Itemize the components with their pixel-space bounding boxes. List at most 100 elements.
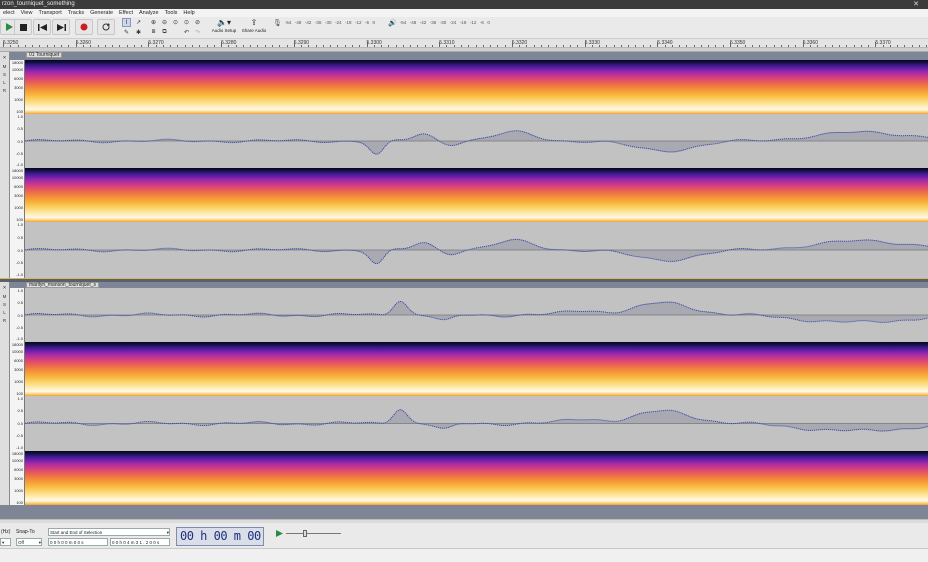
ruler-tick xyxy=(39,45,41,47)
track-2-solo-icon[interactable]: S xyxy=(0,302,9,307)
fit-selection-button[interactable]: ⊙ xyxy=(171,18,180,27)
ruler-tick xyxy=(562,45,564,47)
timeline-ruler[interactable]: 5.3250 5.3260 5.3270 5.3280 5.3290 5.3300 5.33… xyxy=(0,39,928,48)
ruler-tick xyxy=(911,45,913,47)
menu-analyze[interactable]: Analyze xyxy=(136,10,162,16)
selection-tool[interactable]: I xyxy=(122,18,131,27)
spectrogram-view[interactable] xyxy=(25,342,928,396)
ruler-tick xyxy=(337,45,339,47)
menu-generate[interactable]: Generate xyxy=(87,10,116,16)
ruler-tick xyxy=(126,45,128,47)
zoom-toggle-button[interactable]: ⊘ xyxy=(193,18,202,27)
fit-project-button[interactable]: ⊙ xyxy=(182,18,191,27)
menu-bar: elect View Transport Tracks Generate Eff… xyxy=(0,9,928,17)
ruler-tick xyxy=(708,45,710,47)
draw-tool[interactable]: ✎ xyxy=(122,28,131,37)
selection-toolbar: (Hz) ▾ Snap-To Off ▾ Start and End of Sel… xyxy=(0,523,928,548)
skip-to-start-button[interactable] xyxy=(33,19,51,35)
track-2-control-panel[interactable]: ✕ M S L R xyxy=(0,282,10,505)
redo-button[interactable]: ↷ xyxy=(193,28,202,37)
amp-label: 1.0 xyxy=(17,222,23,227)
ruler-tick xyxy=(773,45,775,47)
waveform-view[interactable] xyxy=(25,396,928,451)
selection-end-field[interactable]: 0 0 h 0 4 m 3 1 . 2 0 0 s xyxy=(110,538,170,546)
tracks-area: ✕ M S L R 01 Tourniquet 18000 10000 6000 300… xyxy=(0,52,928,519)
menu-select[interactable]: elect xyxy=(0,10,18,16)
track-1-solo-icon[interactable]: S xyxy=(0,72,9,77)
multi-tool[interactable]: ✱ xyxy=(134,28,143,37)
spectrogram-view[interactable] xyxy=(25,168,928,222)
menu-tracks[interactable]: Tracks xyxy=(65,10,87,16)
track-separator[interactable] xyxy=(0,279,928,282)
track-2-mute-icon[interactable]: M xyxy=(0,294,9,299)
skip-to-end-button[interactable] xyxy=(52,19,70,35)
envelope-tool[interactable]: ↗ xyxy=(134,18,143,27)
waveform-scale: 1.0 0.5 0.0 -0.5 -1.0 xyxy=(10,114,25,168)
amp-label: -1.0 xyxy=(16,162,23,167)
ruler-tick xyxy=(206,45,208,47)
track-1-control-panel[interactable]: ✕ M S L R xyxy=(0,52,10,280)
audio-position-display[interactable]: 00 h 00 m 00 s xyxy=(176,527,264,560)
menu-tools[interactable]: Tools xyxy=(162,10,181,16)
trim-button[interactable]: ⧈ xyxy=(149,28,158,37)
track-2-menu-icon[interactable]: ✕ xyxy=(0,285,9,291)
selection-start-field[interactable]: 0 0 h 0 0 m 0 0 s xyxy=(48,538,108,546)
selection-mode-dropdown[interactable]: Start and End of Selection ▾ xyxy=(48,528,170,536)
menu-help[interactable]: Help xyxy=(180,10,197,16)
track-1-mute-icon[interactable]: M xyxy=(0,64,9,69)
meter-tick: 0 xyxy=(372,20,376,25)
track-1-name[interactable]: 01 Tourniquet xyxy=(26,52,63,58)
spectrogram-view[interactable] xyxy=(25,60,928,114)
freq-label: 1000 xyxy=(14,379,23,384)
waveform-plot xyxy=(25,409,928,432)
amp-label: -1.0 xyxy=(16,336,23,341)
waveform-line xyxy=(25,301,928,323)
ruler-tick xyxy=(250,45,252,47)
ruler-tick xyxy=(570,45,572,47)
loop-button[interactable] xyxy=(97,19,115,35)
ruler-tick xyxy=(17,45,19,47)
ruler-tick xyxy=(577,45,579,47)
zoom-in-button[interactable]: ⊕ xyxy=(149,18,158,27)
audio-setup-button[interactable]: 🔈▾ Audio Setup xyxy=(210,18,238,38)
ruler-tick xyxy=(257,45,259,47)
waveform-view[interactable] xyxy=(25,114,928,168)
ruler-tick xyxy=(846,45,848,47)
snap-to-dropdown[interactable]: Off ▾ xyxy=(16,538,42,546)
ruler-tick xyxy=(737,45,739,47)
stop-button[interactable] xyxy=(14,19,32,35)
silence-button[interactable]: ⧉ xyxy=(160,28,169,37)
meter-tick: 0 xyxy=(487,20,490,25)
track-1-menu-icon[interactable]: ✕ xyxy=(0,55,9,61)
waveform-view[interactable] xyxy=(25,222,928,278)
ruler-tick xyxy=(24,45,26,47)
share-audio-button[interactable]: ⇪ Share Audio xyxy=(240,18,268,38)
meter-tick: -54 xyxy=(399,20,407,25)
ruler-tick xyxy=(453,45,455,47)
speed-slider-track[interactable] xyxy=(286,533,341,534)
ruler-tick xyxy=(61,45,63,47)
playback-meter[interactable]: 🔊 -54 -48 -42 -36 -30 -24 -18 -12 -6 0 xyxy=(388,18,493,27)
record-meter[interactable]: 🎙 -54 -48 -42 -36 -30 -24 -18 -12 -6 0 xyxy=(273,18,379,27)
ruler-tick xyxy=(279,45,281,47)
track-1-left-icon: L xyxy=(3,80,6,85)
close-window-icon[interactable]: ✕ xyxy=(912,0,920,9)
waveform-view[interactable] xyxy=(25,288,928,342)
ruler-tick xyxy=(722,45,724,47)
menu-effect[interactable]: Effect xyxy=(116,10,136,16)
waveform-scale: 1.0 0.5 0.0 -0.5 -1.0 xyxy=(10,396,25,451)
menu-view[interactable]: View xyxy=(18,10,36,16)
undo-button[interactable]: ↶ xyxy=(182,28,191,37)
waveform-stems xyxy=(26,130,928,155)
ruler-tick xyxy=(540,45,542,47)
play-at-speed-control[interactable] xyxy=(276,529,346,539)
zoom-out-button[interactable]: ⊖ xyxy=(160,18,169,27)
ruler-tick xyxy=(170,45,172,47)
menu-transport[interactable]: Transport xyxy=(35,10,64,16)
record-button[interactable] xyxy=(75,19,93,35)
spectrogram-view[interactable] xyxy=(25,451,928,505)
ruler-tick xyxy=(795,45,797,47)
speed-slider-thumb[interactable] xyxy=(303,530,307,537)
zoom-in-icon: ⊕ xyxy=(150,20,157,26)
project-rate-dropdown[interactable]: ▾ xyxy=(0,538,11,546)
